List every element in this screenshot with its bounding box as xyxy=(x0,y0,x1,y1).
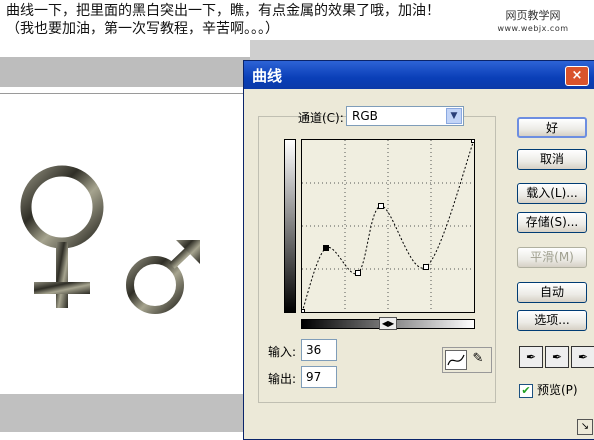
watermark-name: 网页教学网 xyxy=(505,9,561,22)
curves-dialog: 曲线 × 通道(C): RGB ▼ ◀▶ 输入: 36 输出: 97 ✎ 好 取… xyxy=(243,60,594,440)
workspace-background-bottom xyxy=(0,394,250,432)
curve-control-point xyxy=(471,137,477,143)
preview-label: 预览(P) xyxy=(537,383,578,397)
watermark: 网页教学网 www.webjx.com xyxy=(474,9,592,35)
curve-control-point xyxy=(423,264,429,270)
curve-control-point xyxy=(355,270,361,276)
close-button[interactable]: × xyxy=(565,66,589,86)
dialog-title: 曲线 xyxy=(252,67,283,85)
options-button[interactable]: 选项... xyxy=(517,310,587,331)
chevron-down-icon[interactable]: ▼ xyxy=(446,108,462,124)
smooth-button[interactable]: 平滑(M) xyxy=(517,247,587,268)
toolbar-background xyxy=(250,40,594,60)
channel-select[interactable]: RGB ▼ xyxy=(346,106,464,126)
input-field[interactable]: 36 xyxy=(301,339,337,361)
output-gradient-bar xyxy=(284,139,296,313)
dialog-titlebar[interactable]: 曲线 × xyxy=(244,61,594,89)
gray-eyedropper-icon[interactable]: ✒ xyxy=(545,346,569,368)
female-symbol-icon xyxy=(20,165,104,308)
checkmark-icon[interactable]: ✔ xyxy=(519,383,533,398)
save-button[interactable]: 存储(S)... xyxy=(517,212,587,233)
gender-symbols-image xyxy=(20,165,200,314)
tool-selector: ✎ xyxy=(442,347,492,373)
channel-value: RGB xyxy=(352,109,378,123)
auto-button[interactable]: 自动 xyxy=(517,282,587,303)
curve-control-point xyxy=(299,309,305,315)
curve-tool-icon[interactable] xyxy=(445,350,467,370)
black-eyedropper-icon[interactable]: ✒ xyxy=(519,346,543,368)
curve-graph[interactable] xyxy=(299,137,477,315)
cancel-button[interactable]: 取消 xyxy=(517,149,587,170)
watermark-url: www.webjx.com xyxy=(497,24,569,33)
pencil-tool-icon[interactable]: ✎ xyxy=(468,350,488,368)
preview-checkbox[interactable]: ✔ 预览(P) xyxy=(519,381,578,398)
load-button[interactable]: 载入(L)... xyxy=(517,183,587,204)
ok-button[interactable]: 好 xyxy=(517,117,587,138)
output-label: 输出: xyxy=(268,372,297,386)
white-eyedropper-icon[interactable]: ✒ xyxy=(571,346,594,368)
document-canvas[interactable] xyxy=(0,93,250,394)
curve-control-point xyxy=(323,245,329,251)
workspace-background xyxy=(0,57,250,87)
resize-icon[interactable]: ↘ xyxy=(577,419,593,435)
curve-control-point xyxy=(378,203,384,209)
curve-line xyxy=(301,139,475,313)
gradient-toggle-icon[interactable]: ◀▶ xyxy=(379,317,397,330)
channel-label: 通道(C): xyxy=(298,111,344,125)
male-symbol-icon xyxy=(126,240,200,314)
curve-plot[interactable] xyxy=(299,137,477,315)
input-label: 输入: xyxy=(268,345,297,359)
output-field[interactable]: 97 xyxy=(301,366,337,388)
